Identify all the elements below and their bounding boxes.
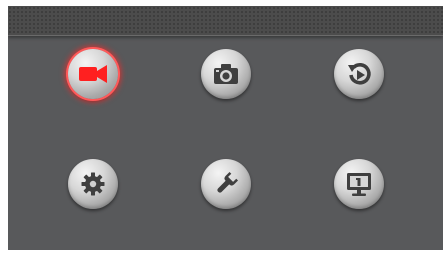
- video-camera-icon: [79, 65, 107, 83]
- settings-button[interactable]: [68, 159, 118, 209]
- display-button[interactable]: [334, 159, 384, 209]
- playback-button[interactable]: [334, 49, 384, 99]
- photo-capture-button[interactable]: [201, 49, 251, 99]
- wrench-icon: [217, 171, 239, 193]
- video-record-button[interactable]: [68, 49, 118, 99]
- camera-menu-screen: [8, 6, 443, 250]
- playback-icon: [348, 63, 371, 85]
- camera-icon: [214, 64, 238, 84]
- menu-header-bar: [8, 6, 443, 36]
- gear-icon: [81, 172, 105, 196]
- monitor-icon: [347, 173, 371, 196]
- tools-button[interactable]: [201, 159, 251, 209]
